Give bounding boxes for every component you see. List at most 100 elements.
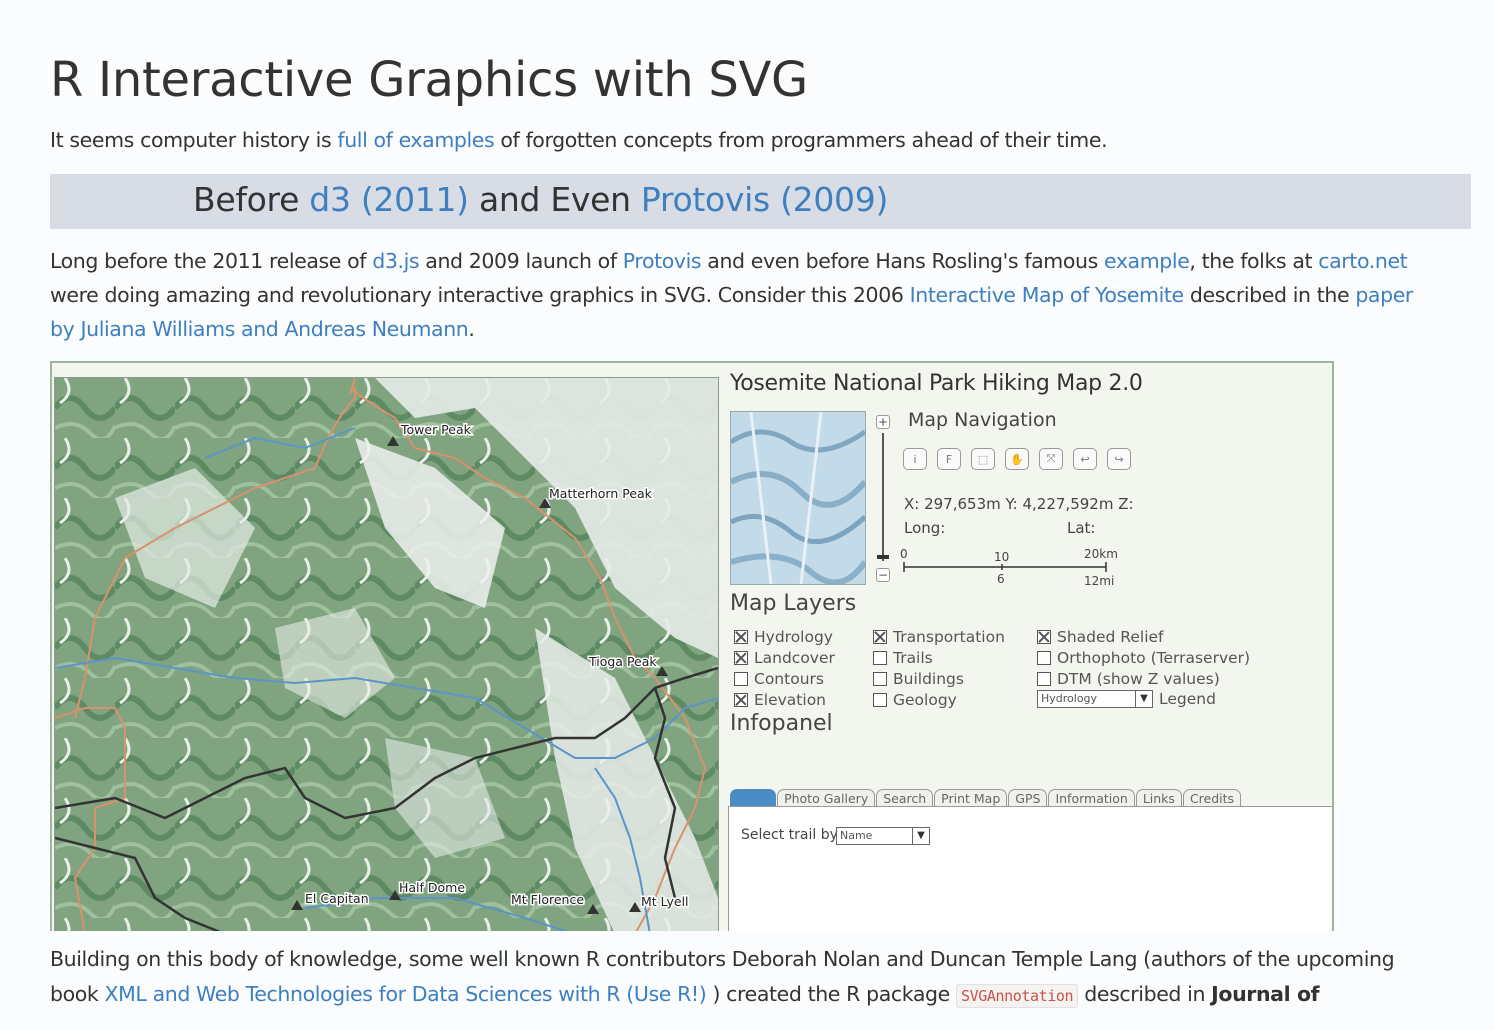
info-button[interactable]: i: [903, 448, 927, 470]
text: Long before the 2011 release of: [50, 249, 373, 273]
layer-geology[interactable]: Geology: [873, 691, 957, 709]
link-d3js[interactable]: d3.js: [372, 249, 419, 273]
link-yosemite-map[interactable]: Interactive Map of Yosemite: [910, 283, 1185, 307]
overview-map[interactable]: [730, 411, 866, 585]
checkbox-unchecked[interactable]: [873, 672, 887, 686]
topographic-map[interactable]: Tower Peak Matterhorn Peak Tioga Peak El…: [54, 377, 719, 931]
layer-label: Shaded Relief: [1057, 628, 1164, 646]
scale-bar: 0 10 20km 6 12mi: [900, 547, 1118, 585]
intro-text-1: It seems computer history is: [50, 128, 338, 152]
layer-label: Buildings: [893, 670, 964, 688]
peak-label: Mt Lyell: [641, 894, 689, 909]
layer-orthophoto[interactable]: Orthophoto (Terraserver): [1037, 649, 1250, 667]
scale-km-10: 10: [994, 550, 1009, 564]
dropdown-arrow-icon[interactable]: ▼: [1135, 691, 1152, 707]
zoom-box-button[interactable]: ⬚: [971, 448, 995, 470]
zoom-track[interactable]: [882, 433, 884, 561]
peak-label: El Capitan: [305, 891, 369, 906]
zoom-slider[interactable]: + −: [876, 415, 890, 585]
link-full-of-examples[interactable]: full of examples: [337, 128, 494, 152]
layer-label: Elevation: [754, 691, 826, 709]
layer-trails[interactable]: Trails: [873, 649, 933, 667]
section-heading-band: Before d3 (2011) and Even Protovis (2009…: [50, 174, 1471, 229]
checkbox-unchecked[interactable]: [1037, 672, 1051, 686]
text: and even before Hans Rosling's famous: [701, 249, 1104, 273]
section-heading: Before d3 (2011) and Even Protovis (2009…: [193, 180, 888, 219]
peak-label: Mt Florence: [511, 892, 584, 907]
layer-label: DTM (show Z values): [1057, 670, 1220, 688]
layer-label: Contours: [754, 670, 824, 688]
text: ) created the R package: [706, 982, 956, 1006]
layer-label: Transportation: [893, 628, 1005, 646]
layer-shaded-relief[interactable]: Shaded Relief: [1037, 628, 1164, 646]
journal-name: Journal of: [1211, 982, 1320, 1006]
checkbox-unchecked[interactable]: [734, 672, 748, 686]
layer-transportation[interactable]: Transportation: [873, 628, 1005, 646]
layer-elevation[interactable]: Elevation: [734, 691, 826, 709]
paragraph-intro: Long before the 2011 release of d3.js an…: [50, 244, 1470, 346]
link-xml-web-book[interactable]: XML and Web Technologies for Data Scienc…: [105, 982, 707, 1006]
text: were doing amazing and revolutionary int…: [50, 283, 910, 307]
select-trail-label: Select trail by: [741, 827, 838, 843]
paragraph-line: were doing amazing and revolutionary int…: [50, 278, 1470, 312]
scale-mi-12: 12mi: [1084, 574, 1114, 585]
checkbox-checked[interactable]: [734, 630, 748, 644]
layer-hydrology[interactable]: Hydrology: [734, 628, 833, 646]
intro-text: It seems computer history is full of exa…: [50, 128, 1108, 152]
link-d3[interactable]: d3 (2011): [309, 180, 469, 219]
text: described in: [1078, 982, 1212, 1006]
trail-select[interactable]: Name ▼: [836, 827, 930, 845]
layer-buildings[interactable]: Buildings: [873, 670, 964, 688]
checkbox-unchecked[interactable]: [873, 651, 887, 665]
scale-mi-6: 6: [997, 572, 1005, 585]
paragraph-svgannotation: Building on this body of knowledge, some…: [50, 942, 1470, 1014]
pan-hand-button[interactable]: ✋: [1005, 448, 1029, 470]
peak-label: Matterhorn Peak: [549, 486, 653, 501]
zoom-out-button[interactable]: −: [876, 568, 890, 582]
long-label: Long:: [904, 519, 946, 537]
paragraph-line: book XML and Web Technologies for Data S…: [50, 977, 1470, 1014]
zoom-handle[interactable]: [877, 555, 889, 559]
forward-button[interactable]: ↪: [1107, 448, 1131, 470]
page-title: R Interactive Graphics with SVG: [50, 52, 808, 108]
dropdown-arrow-icon[interactable]: ▼: [912, 828, 929, 844]
checkbox-checked[interactable]: [873, 630, 887, 644]
package-name-code: SVGAnnotation: [955, 984, 1079, 1008]
map-control-panel: Yosemite National Park Hiking Map 2.0 + …: [728, 363, 1332, 931]
scale-km-0: 0: [900, 547, 908, 561]
link-example[interactable]: example: [1104, 249, 1190, 273]
full-extent-button[interactable]: F: [937, 448, 961, 470]
intro-text-2: of forgotten concepts from programmers a…: [494, 128, 1108, 152]
layer-label: Geology: [893, 691, 957, 709]
checkbox-checked[interactable]: [734, 693, 748, 707]
layer-contours[interactable]: Contours: [734, 670, 824, 688]
link-carto-net[interactable]: carto.net: [1318, 249, 1407, 273]
map-layers-title: Map Layers: [730, 591, 857, 616]
lat-label: Lat:: [1067, 519, 1096, 537]
layer-landcover[interactable]: Landcover: [734, 649, 835, 667]
back-button[interactable]: ↩: [1073, 448, 1097, 470]
heading-text-1: Before: [193, 180, 310, 219]
recenter-button[interactable]: ⤧: [1039, 448, 1063, 470]
legend-label: Legend: [1159, 690, 1216, 708]
checkbox-unchecked[interactable]: [1037, 651, 1051, 665]
paragraph-line: Building on this body of knowledge, some…: [50, 947, 1395, 971]
yosemite-map-screenshot: Tower Peak Matterhorn Peak Tioga Peak El…: [50, 361, 1334, 931]
map-canvas[interactable]: Tower Peak Matterhorn Peak Tioga Peak El…: [55, 378, 718, 931]
link-paper[interactable]: paper: [1355, 283, 1413, 307]
link-protovis[interactable]: Protovis (2009): [641, 180, 888, 219]
link-protovis-inline[interactable]: Protovis: [623, 249, 702, 273]
coordinate-readout: X: 297,653m Y: 4,227,592m Z:: [904, 495, 1134, 513]
overview-map-canvas: [731, 412, 865, 584]
infopanel-body: Select trail by Name ▼: [728, 806, 1332, 931]
checkbox-checked[interactable]: [734, 651, 748, 665]
checkbox-unchecked[interactable]: [873, 693, 887, 707]
layer-dtm[interactable]: DTM (show Z values): [1037, 670, 1220, 688]
layer-label: Trails: [893, 649, 933, 667]
infopanel-tabs: Trails Photo Gallery Search Print Map GP…: [730, 789, 1242, 808]
checkbox-checked[interactable]: [1037, 630, 1051, 644]
zoom-in-button[interactable]: +: [876, 415, 890, 429]
legend-select[interactable]: Hydrology ▼: [1037, 690, 1153, 708]
link-paper-authors[interactable]: by Juliana Williams and Andreas Neumann: [50, 317, 469, 341]
text: described in the: [1183, 283, 1356, 307]
